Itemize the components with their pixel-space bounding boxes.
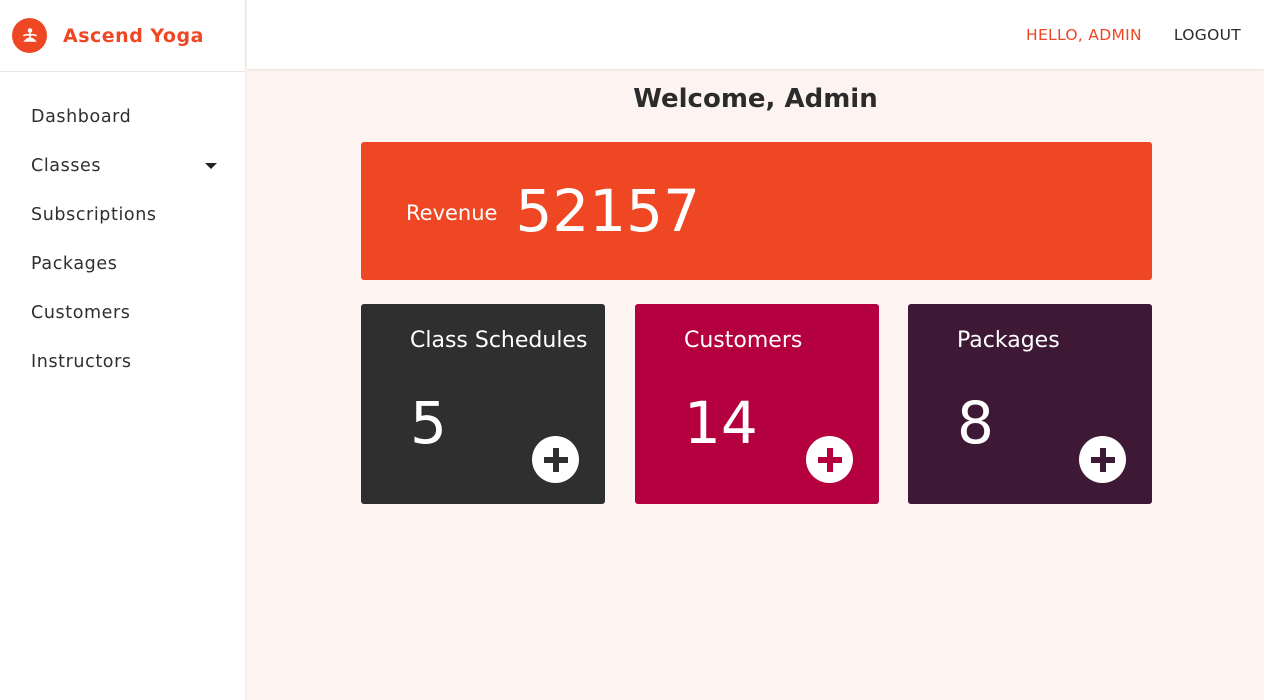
revenue-value: 52157 <box>515 177 700 245</box>
card-title: Customers <box>684 328 803 353</box>
caret-down-icon[interactable] <box>205 162 217 169</box>
sidebar-item-label: Dashboard <box>31 106 132 127</box>
card-title: Packages <box>957 328 1060 353</box>
yoga-pose-icon <box>12 18 47 53</box>
top-bar: HELLO, ADMIN LOGOUT <box>247 0 1264 69</box>
sidebar-item-label: Classes <box>31 155 102 176</box>
logout-link[interactable]: LOGOUT <box>1174 26 1241 44</box>
brand-name: Ascend Yoga <box>63 24 204 47</box>
plus-icon <box>543 447 568 472</box>
sidebar-item-label: Packages <box>31 253 118 274</box>
sidebar-item-packages[interactable]: Packages <box>0 239 245 288</box>
card-count: 5 <box>410 389 447 457</box>
user-greeting: HELLO, ADMIN <box>1025 25 1142 44</box>
add-class-schedule-button[interactable] <box>532 436 579 483</box>
card-title: Class Schedules <box>410 328 588 353</box>
revenue-label: Revenue <box>406 201 498 225</box>
customers-card: Customers 14 <box>635 304 879 504</box>
sidebar-item-label: Subscriptions <box>31 204 157 225</box>
card-count: 8 <box>957 389 994 457</box>
plus-icon <box>817 447 842 472</box>
add-package-button[interactable] <box>1079 436 1126 483</box>
card-count: 14 <box>684 389 758 457</box>
revenue-card: Revenue 52157 <box>361 142 1152 280</box>
brand[interactable]: Ascend Yoga <box>0 0 245 72</box>
plus-icon <box>1090 447 1115 472</box>
sidebar-item-dashboard[interactable]: Dashboard <box>0 92 245 141</box>
sidebar-item-label: Customers <box>31 302 131 323</box>
class-schedules-card: Class Schedules 5 <box>361 304 605 504</box>
packages-card: Packages 8 <box>908 304 1152 504</box>
sidebar-nav: Dashboard Classes Subscriptions Packages… <box>0 72 245 386</box>
sidebar-item-classes[interactable]: Classes <box>0 141 245 190</box>
sidebar-item-subscriptions[interactable]: Subscriptions <box>0 190 245 239</box>
sidebar-item-label: Instructors <box>31 351 132 372</box>
sidebar-item-customers[interactable]: Customers <box>0 288 245 337</box>
sidebar-item-instructors[interactable]: Instructors <box>0 337 245 386</box>
add-customer-button[interactable] <box>806 436 853 483</box>
page-title: Welcome, Admin <box>633 84 878 114</box>
sidebar: Ascend Yoga Dashboard Classes Subscripti… <box>0 0 246 700</box>
